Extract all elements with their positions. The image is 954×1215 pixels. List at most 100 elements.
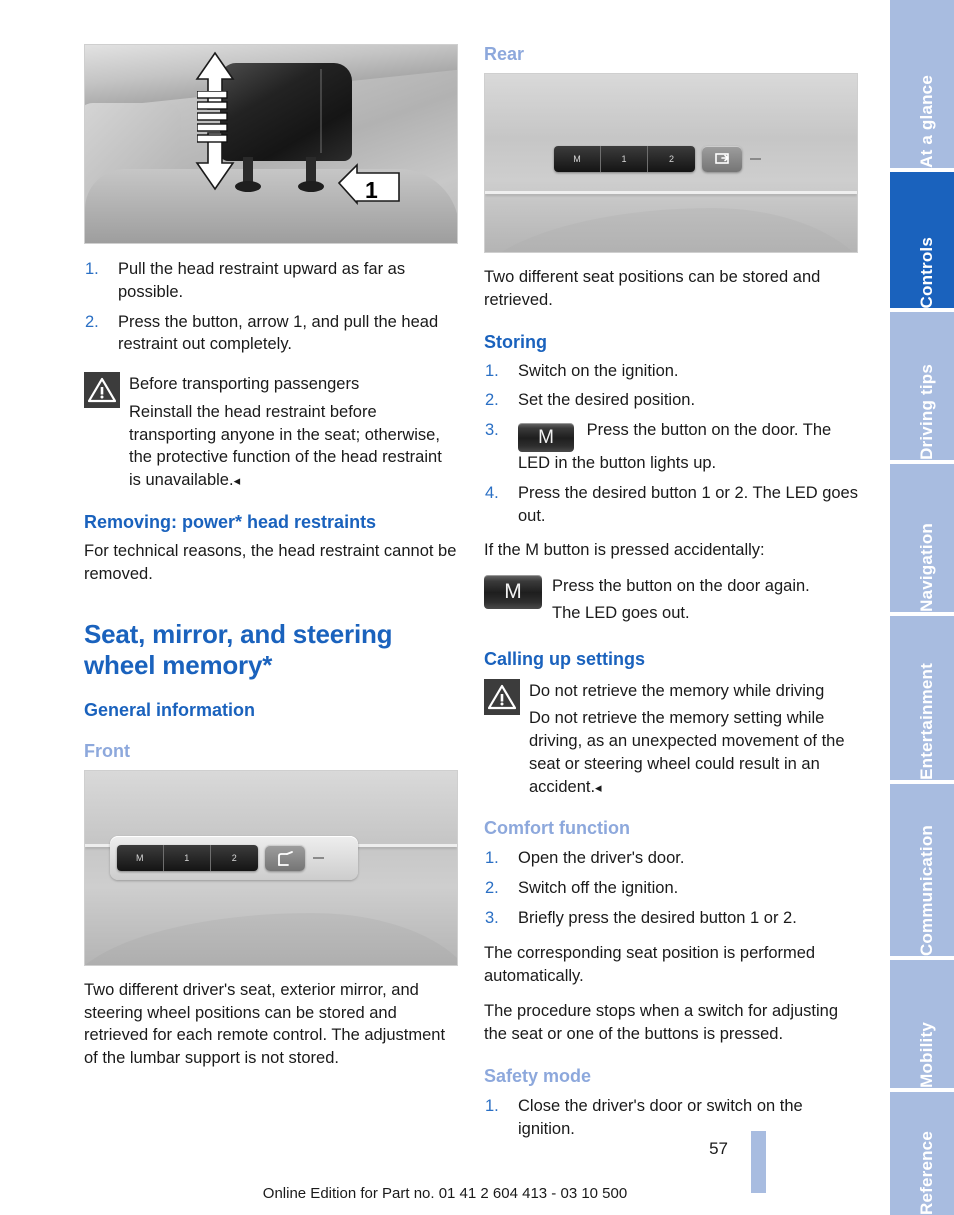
- seat-backrest-icon: [702, 146, 742, 173]
- page-marker-bar: [751, 1131, 766, 1193]
- step-number: 2.: [85, 312, 99, 331]
- sidebar-tab-label: Entertainment: [917, 663, 936, 780]
- rear-body-text: Two different seat positions can be stor…: [484, 268, 821, 309]
- list-item: 1. Pull the head restraint upward as far…: [84, 258, 458, 304]
- sidebar-tab-navigation[interactable]: Navigation: [890, 460, 954, 612]
- list-item: 2. Switch off the ignition.: [484, 877, 858, 900]
- heading-calling-up-settings: Calling up settings: [484, 648, 646, 669]
- front-memory-panel-figure: M 1 2: [84, 769, 458, 966]
- memory-key-m: M: [554, 146, 601, 173]
- footer-text: Online Edition for Part no. 01 41 2 604 …: [262, 1185, 628, 1202]
- door-trim-line: [485, 191, 857, 195]
- list-item: 2. Press the button, arrow 1, and pull t…: [84, 311, 458, 357]
- memory-key-m: M: [116, 845, 164, 872]
- sidebar-tab-reference[interactable]: Reference: [890, 1088, 954, 1215]
- sidebar-tab-label: Driving tips: [917, 364, 936, 460]
- list-item: 1. Open the driver's door.: [484, 847, 858, 870]
- heading-removing-power: Removing: power* head restraints: [84, 511, 377, 532]
- sidebar-tab-driving-tips[interactable]: Driving tips: [890, 308, 954, 460]
- list-item: 1. Close the driver's door or switch on …: [484, 1095, 858, 1141]
- rear-memory-panel-figure: M 1 2: [484, 73, 858, 253]
- heading-storing: Storing: [484, 331, 547, 352]
- warning-body-text: Do not retrieve the memory setting while…: [529, 709, 845, 796]
- heading-front: Front: [84, 740, 130, 761]
- memory-button-plate: M 1 2: [109, 836, 358, 881]
- step-text: Open the driver's door.: [518, 849, 685, 868]
- list-item: 2. Set the desired position.: [484, 389, 858, 412]
- sidebar-tab-label: Navigation: [917, 523, 936, 612]
- accidental-line-1: Press the button on the door again.: [552, 577, 810, 596]
- warning-triangle-icon: [84, 372, 120, 409]
- comfort-steps-list: 1. Open the driver's door. 2. Switch off…: [484, 847, 858, 929]
- step-number: 1.: [85, 260, 99, 278]
- warning-body-text: Reinstall the head restraint before tran…: [129, 402, 442, 490]
- left-column: 1 1. Pull the head restraint upward as f…: [84, 44, 458, 1083]
- memory-key-2: 2: [648, 146, 695, 173]
- callout-number: 1: [365, 177, 378, 203]
- adjustment-notches-icon: [197, 91, 228, 143]
- step-text: Press the desired button 1 or 2. The LED…: [518, 483, 858, 525]
- step-number: 1.: [485, 849, 499, 868]
- memory-key-group: M 1 2: [554, 146, 695, 173]
- memory-key-1: 1: [163, 845, 211, 872]
- warning-title: Do not retrieve the memory while driving: [529, 681, 825, 700]
- page-content: 1 1. Pull the head restraint upward as f…: [0, 0, 890, 1215]
- memory-button-plate: M 1 2: [547, 137, 795, 181]
- sidebar-tab-entertainment[interactable]: Entertainment: [890, 612, 954, 780]
- sidebar-tab-mobility[interactable]: Mobility: [890, 956, 954, 1088]
- warning-title: Before transporting passengers: [129, 375, 360, 394]
- sidebar-tab-label: At a glance: [917, 75, 936, 168]
- manual-page: 1 1. Pull the head restraint upward as f…: [0, 0, 954, 1215]
- page-number: 57: [709, 1139, 728, 1158]
- step-text: Briefly press the desired button 1 or 2.: [518, 909, 797, 928]
- chapter-tab-sidebar: At a glance Controls Driving tips Naviga…: [890, 0, 954, 1215]
- step-text: Set the desired position.: [518, 391, 696, 410]
- accidental-line-2: The LED goes out.: [552, 603, 690, 622]
- step-text: Switch on the ignition.: [518, 361, 679, 380]
- list-item: 1. Switch on the ignition.: [484, 360, 858, 383]
- comfort-body-1: The corresponding seat position is perfo…: [484, 943, 816, 985]
- step-text: Switch off the ignition.: [518, 879, 679, 898]
- sidebar-tab-at-a-glance[interactable]: At a glance: [890, 0, 954, 168]
- end-mark: ◂: [233, 473, 240, 489]
- sidebar-tab-label: Controls: [917, 236, 936, 308]
- storing-steps-list: 1. Switch on the ignition. 2. Set the de…: [484, 360, 858, 528]
- headrest-figure: 1: [84, 44, 458, 244]
- memory-key-group: M 1 2: [116, 845, 258, 872]
- list-item: 3. M Press the button on the door. The L…: [484, 419, 858, 475]
- sidebar-tab-communication[interactable]: Communication: [890, 780, 954, 956]
- end-mark: ◂: [595, 779, 601, 795]
- step-number: 2.: [485, 879, 499, 898]
- restraint-socket-left: [235, 181, 261, 192]
- memory-key-1: 1: [601, 146, 648, 173]
- memory-key-2: 2: [210, 845, 258, 872]
- accidental-press-block: M Press the button on the door again. Th…: [484, 574, 858, 629]
- panel-dash-mark: [312, 857, 324, 860]
- warning-block-transport: Before transporting passengers Reinstall…: [84, 370, 458, 492]
- step-text: Press the button, arrow 1, and pull the …: [118, 312, 439, 354]
- sidebar-tab-label: Mobility: [917, 1022, 936, 1088]
- removal-steps-list: 1. Pull the head restraint upward as far…: [84, 258, 458, 356]
- front-body-text: Two different driver's seat, exterior mi…: [84, 980, 446, 1068]
- restraint-socket-right: [298, 181, 324, 192]
- panel-dash-mark: [750, 158, 761, 161]
- warning-body: Do not retrieve the memory setting while…: [529, 707, 858, 798]
- sidebar-tab-controls[interactable]: Controls: [890, 168, 954, 308]
- list-item: 3. Briefly press the desired button 1 or…: [484, 907, 858, 930]
- step-number: 1.: [485, 1096, 499, 1115]
- chapter-title: Seat, mirror, and steering wheel memory*: [84, 619, 393, 680]
- heading-general-information: General information: [84, 699, 256, 720]
- heading-rear: Rear: [484, 44, 525, 64]
- warning-body: Reinstall the head restraint before tran…: [129, 401, 458, 492]
- heading-comfort-function: Comfort function: [484, 818, 630, 839]
- seat-memory-icon: [264, 845, 305, 872]
- warning-block-retrieve: Do not retrieve the memory while driving…: [484, 677, 858, 799]
- step-number: 4.: [485, 483, 499, 502]
- sidebar-tab-label: Communication: [917, 824, 936, 956]
- step-number: 2.: [485, 391, 499, 410]
- accidental-press-text: Press the button on the door again. The …: [552, 574, 858, 629]
- step-number: 3.: [485, 909, 499, 928]
- m-button-icon: M: [484, 575, 542, 610]
- safety-mode-steps-list: 1. Close the driver's door or switch on …: [484, 1095, 858, 1141]
- right-column: Rear M 1 2 Two different seat positions …: [484, 44, 858, 1152]
